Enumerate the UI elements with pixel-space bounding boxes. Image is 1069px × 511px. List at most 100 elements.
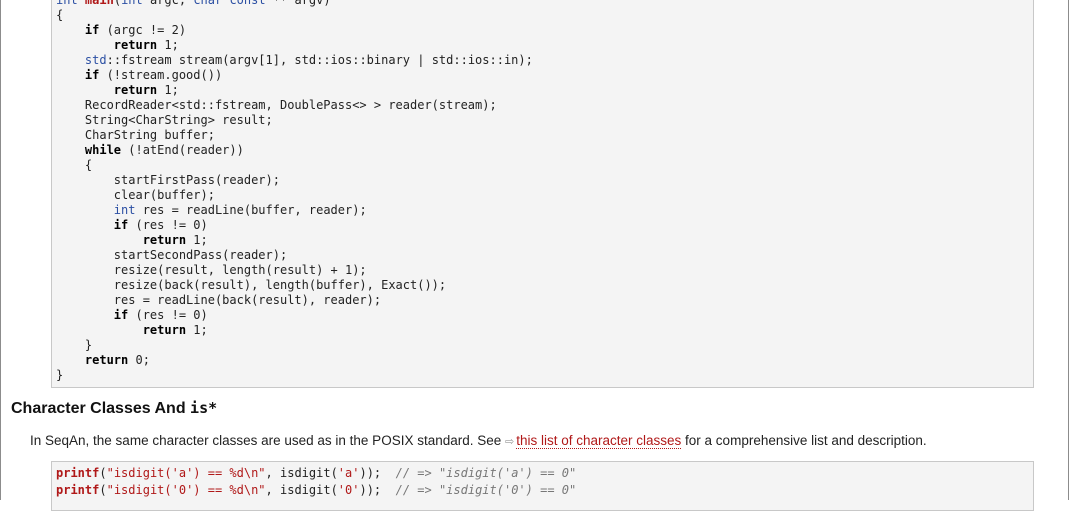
code-token: printf — [56, 466, 100, 480]
code-token: startFirstPass(reader); — [56, 173, 280, 187]
code-line: RecordReader<std::fstream, DoublePass<> … — [56, 98, 533, 113]
code-token: return — [142, 323, 187, 337]
code-token: int — [56, 0, 78, 7]
external-link-icon: ⇨ — [505, 436, 515, 448]
code-line: String<CharString> result; — [56, 113, 533, 128]
code-token: String<CharString> result; — [56, 113, 273, 127]
code-line: printf("isdigit('0') == %d\n", isdigit('… — [56, 482, 576, 499]
section-heading-character-classes: Character Classes And is* — [11, 399, 217, 418]
code-line: } — [56, 368, 533, 383]
code-line: int main(int argc, char const ** argv) — [56, 0, 533, 8]
code-listing: int main(int argc, char const ** argv){ … — [56, 0, 533, 383]
code-block-isdigit-example: printf("isdigit('a') == %d\n", isdigit('… — [51, 461, 1034, 511]
code-token: RecordReader<std::fstream, DoublePass<> … — [56, 98, 497, 112]
code-token: )); — [359, 483, 396, 497]
heading-text: Character Classes And — [11, 400, 191, 417]
code-token: ( — [113, 0, 122, 7]
code-token: 0; — [128, 353, 150, 367]
code-token: // => "isdigit('0') == 0" — [395, 483, 577, 497]
code-token: ( — [99, 483, 107, 497]
code-token: argc, — [142, 0, 194, 7]
code-token: (argc != 2) — [99, 23, 187, 37]
code-token: } — [56, 338, 93, 352]
code-token: { — [56, 8, 64, 22]
code-line: if (res != 0) — [56, 308, 533, 323]
heading-code-text: is* — [190, 399, 218, 417]
code-token: 'a' — [337, 466, 360, 480]
code-line: std::fstream stream(argv[1], std::ios::b… — [56, 53, 533, 68]
code-line: while (!atEnd(reader)) — [56, 143, 533, 158]
code-token: std — [84, 53, 107, 67]
code-token: resize(result, length(result) + 1); — [56, 263, 367, 277]
code-token: resize(back(result), length(buffer), Exa… — [56, 278, 447, 292]
code-line: int res = readLine(buffer, reader); — [56, 203, 533, 218]
code-token: while — [84, 143, 122, 157]
code-token: return — [84, 353, 129, 367]
code-token: (!stream.good()) — [99, 68, 223, 82]
code-token: clear(buffer); — [56, 188, 215, 202]
code-token: '0' — [337, 483, 360, 497]
code-token: 1; — [157, 38, 179, 52]
code-token: res = readLine(back(result), reader); — [56, 293, 382, 307]
code-token: if — [113, 218, 129, 232]
code-token: ::fstream stream(argv[1], std::ios::bina… — [106, 53, 533, 67]
code-line: CharString buffer; — [56, 128, 533, 143]
code-token: , isdigit( — [265, 466, 338, 480]
code-line: resize(result, length(result) + 1); — [56, 263, 533, 278]
code-token: char const — [193, 0, 266, 7]
code-token: return — [113, 38, 158, 52]
code-token: "isdigit('0') == %d\n" — [106, 483, 266, 497]
code-token: ( — [99, 466, 107, 480]
code-token: } — [56, 368, 64, 382]
code-line: { — [56, 158, 533, 173]
code-line: return 0; — [56, 353, 533, 368]
code-token: startSecondPass(reader); — [56, 248, 288, 262]
code-block-record-reader: int main(int argc, char const ** argv){ … — [51, 0, 1034, 388]
code-token: (!atEnd(reader)) — [121, 143, 244, 157]
code-token: 1; — [186, 323, 208, 337]
code-token: int — [121, 0, 143, 7]
code-line: if (res != 0) — [56, 218, 533, 233]
code-token: (res != 0) — [128, 218, 208, 232]
code-token: (res != 0) — [128, 308, 208, 322]
code-line: resize(back(result), length(buffer), Exa… — [56, 278, 533, 293]
code-token: return — [113, 83, 158, 97]
paragraph-text-before: In SeqAn, the same character classes are… — [30, 433, 506, 448]
code-line: printf("isdigit('a') == %d\n", isdigit('… — [56, 465, 576, 482]
code-line: startFirstPass(reader); — [56, 173, 533, 188]
code-listing: printf("isdigit('a') == %d\n", isdigit('… — [56, 465, 576, 499]
code-token: , isdigit( — [265, 483, 338, 497]
code-line: if (!stream.good()) — [56, 68, 533, 83]
code-token: printf — [56, 483, 100, 497]
code-line: startSecondPass(reader); — [56, 248, 533, 263]
code-token: 1; — [157, 83, 179, 97]
code-line: clear(buffer); — [56, 188, 533, 203]
code-token: return — [142, 233, 187, 247]
code-line: return 1; — [56, 323, 533, 338]
code-line: if (argc != 2) — [56, 23, 533, 38]
code-token: if — [84, 68, 100, 82]
code-token: if — [84, 23, 100, 37]
code-token: int — [113, 203, 136, 217]
character-classes-link[interactable]: this list of character classes — [516, 433, 682, 449]
code-token: main — [84, 0, 114, 7]
code-token: CharString buffer; — [56, 128, 215, 142]
intro-paragraph: In SeqAn, the same character classes are… — [30, 433, 927, 449]
code-token: "isdigit('a') == %d\n" — [106, 466, 266, 480]
code-token: res = readLine(buffer, reader); — [135, 203, 367, 217]
code-token: 1; — [186, 233, 208, 247]
code-token: )); — [359, 466, 396, 480]
paragraph-text-after: for a comprehensive list and description… — [681, 433, 927, 448]
code-line: return 1; — [56, 233, 533, 248]
